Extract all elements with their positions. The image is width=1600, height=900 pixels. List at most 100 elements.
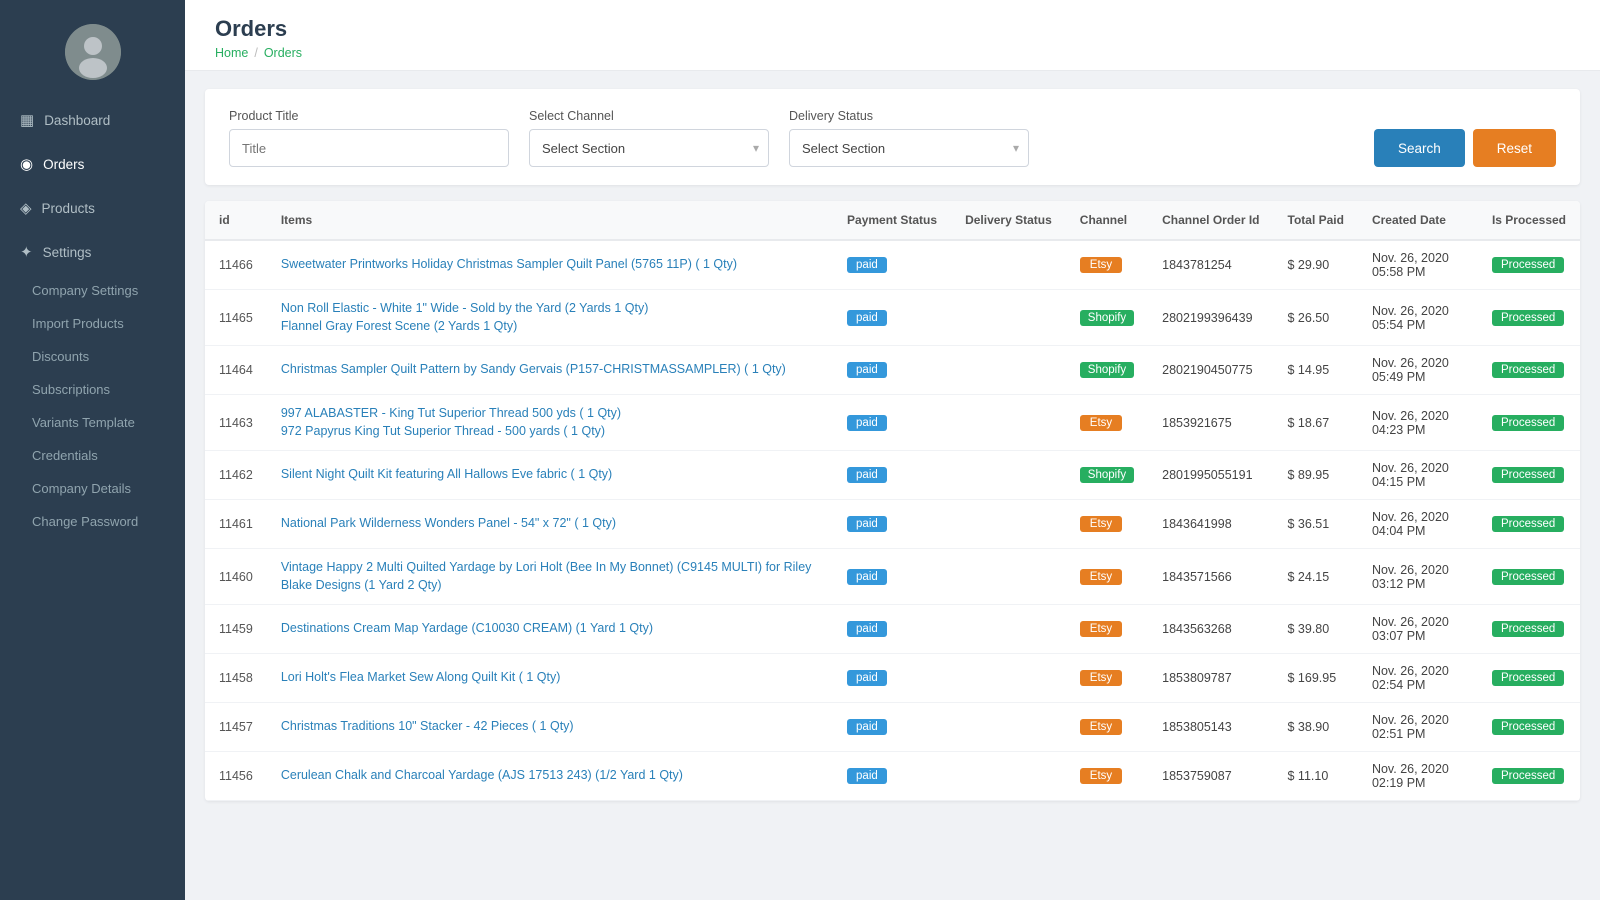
order-payment-status: paid	[833, 654, 951, 703]
order-item-link[interactable]: National Park Wilderness Wonders Panel -…	[281, 515, 819, 533]
col-header-created-date: Created Date	[1358, 201, 1478, 240]
channel-badge: Etsy	[1080, 670, 1122, 686]
sidebar-item-change-password[interactable]: Change Password	[0, 505, 185, 538]
payment-badge: paid	[847, 719, 887, 735]
orders-icon: ◉	[20, 155, 33, 173]
processed-badge: Processed	[1492, 719, 1564, 735]
order-channel-order-id: 2802199396439	[1148, 290, 1273, 346]
order-channel-order-id: 2801995055191	[1148, 451, 1273, 500]
breadcrumb-home[interactable]: Home	[215, 46, 248, 60]
sidebar-item-dashboard[interactable]: ▦ Dashboard	[0, 98, 185, 142]
order-item-link[interactable]: Flannel Gray Forest Scene (2 Yards 1 Qty…	[281, 318, 819, 336]
order-is-processed: Processed	[1478, 451, 1580, 500]
sidebar-item-label: Settings	[43, 245, 92, 260]
sidebar-item-subscriptions[interactable]: Subscriptions	[0, 373, 185, 406]
order-created-date: Nov. 26, 2020 04:15 PM	[1358, 451, 1478, 500]
table-header-row: id Items Payment Status Delivery Status …	[205, 201, 1580, 240]
main-content: Orders Home / Orders Product Title Selec…	[185, 0, 1600, 900]
order-is-processed: Processed	[1478, 346, 1580, 395]
order-delivery-status	[951, 451, 1066, 500]
channel-badge: Etsy	[1080, 719, 1122, 735]
sidebar-item-variants-template[interactable]: Variants Template	[0, 406, 185, 439]
order-item-link[interactable]: 972 Papyrus King Tut Superior Thread - 5…	[281, 423, 819, 441]
payment-badge: paid	[847, 362, 887, 378]
col-header-is-processed: Is Processed	[1478, 201, 1580, 240]
breadcrumb: Home / Orders	[215, 46, 1570, 60]
order-item-link[interactable]: Christmas Sampler Quilt Pattern by Sandy…	[281, 361, 819, 379]
order-item-link[interactable]: Vintage Happy 2 Multi Quilted Yardage by…	[281, 559, 819, 594]
order-channel: Etsy	[1066, 395, 1148, 451]
order-total-paid: $ 169.95	[1274, 654, 1358, 703]
order-created-date: Nov. 26, 2020 05:49 PM	[1358, 346, 1478, 395]
order-item-link[interactable]: Lori Holt's Flea Market Sew Along Quilt …	[281, 669, 819, 687]
order-item-link[interactable]: Cerulean Chalk and Charcoal Yardage (AJS…	[281, 767, 819, 785]
order-items: Lori Holt's Flea Market Sew Along Quilt …	[267, 654, 833, 703]
order-is-processed: Processed	[1478, 549, 1580, 605]
col-header-id: id	[205, 201, 267, 240]
order-created-date: Nov. 26, 2020 03:12 PM	[1358, 549, 1478, 605]
order-payment-status: paid	[833, 395, 951, 451]
page-title: Orders	[215, 16, 1570, 42]
order-channel: Etsy	[1066, 654, 1148, 703]
order-created-date: Nov. 26, 2020 05:54 PM	[1358, 290, 1478, 346]
order-delivery-status	[951, 290, 1066, 346]
order-payment-status: paid	[833, 240, 951, 290]
order-total-paid: $ 29.90	[1274, 240, 1358, 290]
order-delivery-status	[951, 346, 1066, 395]
channel-filter: Select Channel Select Section Etsy Shopi…	[529, 109, 769, 167]
sidebar-item-settings[interactable]: ✦ Settings	[0, 230, 185, 274]
order-delivery-status	[951, 654, 1066, 703]
order-item-link[interactable]: Destinations Cream Map Yardage (C10030 C…	[281, 620, 819, 638]
sidebar-item-orders[interactable]: ◉ Orders	[0, 142, 185, 186]
payment-badge: paid	[847, 768, 887, 784]
order-channel: Etsy	[1066, 549, 1148, 605]
processed-badge: Processed	[1492, 768, 1564, 784]
table-row: 11463997 ALABASTER - King Tut Superior T…	[205, 395, 1580, 451]
delivery-status-filter: Delivery Status Select Section Processed…	[789, 109, 1029, 167]
table-row: 11457 Christmas Traditions 10" Stacker - …	[205, 703, 1580, 752]
order-item-link[interactable]: Sweetwater Printworks Holiday Christmas …	[281, 256, 819, 274]
order-total-paid: $ 11.10	[1274, 752, 1358, 801]
table-row: 11466Sweetwater Printworks Holiday Chris…	[205, 240, 1580, 290]
product-title-input[interactable]	[229, 129, 509, 167]
dashboard-icon: ▦	[20, 111, 34, 129]
order-channel-order-id: 1843781254	[1148, 240, 1273, 290]
sidebar-item-import-products[interactable]: Import Products	[0, 307, 185, 340]
order-id: 11457	[205, 703, 267, 752]
order-channel: Etsy	[1066, 605, 1148, 654]
order-total-paid: $ 14.95	[1274, 346, 1358, 395]
order-channel: Shopify	[1066, 451, 1148, 500]
order-is-processed: Processed	[1478, 703, 1580, 752]
order-channel-order-id: 1843641998	[1148, 500, 1273, 549]
channel-select[interactable]: Select Section Etsy Shopify	[529, 129, 769, 167]
order-item-link[interactable]: Silent Night Quilt Kit featuring All Hal…	[281, 466, 819, 484]
order-item-link[interactable]: 997 ALABASTER - King Tut Superior Thread…	[281, 405, 819, 423]
table-row: 11458Lori Holt's Flea Market Sew Along Q…	[205, 654, 1580, 703]
order-items: Silent Night Quilt Kit featuring All Hal…	[267, 451, 833, 500]
sidebar-item-credentials[interactable]: Credentials	[0, 439, 185, 472]
order-items: Sweetwater Printworks Holiday Christmas …	[267, 240, 833, 290]
col-header-payment: Payment Status	[833, 201, 951, 240]
sidebar-item-products[interactable]: ◈ Products	[0, 186, 185, 230]
sidebar-item-company-settings[interactable]: Company Settings	[0, 274, 185, 307]
reset-button[interactable]: Reset	[1473, 129, 1556, 167]
order-id: 11456	[205, 752, 267, 801]
channel-badge: Etsy	[1080, 621, 1122, 637]
order-item-link[interactable]: Non Roll Elastic - White 1" Wide - Sold …	[281, 300, 819, 318]
search-button[interactable]: Search	[1374, 129, 1465, 167]
table-row: 11460Vintage Happy 2 Multi Quilted Yarda…	[205, 549, 1580, 605]
order-id: 11464	[205, 346, 267, 395]
order-delivery-status	[951, 752, 1066, 801]
order-channel-order-id: 1843571566	[1148, 549, 1273, 605]
channel-badge: Shopify	[1080, 362, 1134, 378]
table-row: 11456 Cerulean Chalk and Charcoal Yardage…	[205, 752, 1580, 801]
payment-badge: paid	[847, 621, 887, 637]
delivery-select[interactable]: Select Section Processed Pending	[789, 129, 1029, 167]
payment-badge: paid	[847, 257, 887, 273]
order-delivery-status	[951, 549, 1066, 605]
sidebar-item-discounts[interactable]: Discounts	[0, 340, 185, 373]
sidebar-item-company-details[interactable]: Company Details	[0, 472, 185, 505]
order-is-processed: Processed	[1478, 605, 1580, 654]
order-item-link[interactable]: Christmas Traditions 10" Stacker - 42 Pi…	[281, 718, 819, 736]
channel-badge: Etsy	[1080, 569, 1122, 585]
